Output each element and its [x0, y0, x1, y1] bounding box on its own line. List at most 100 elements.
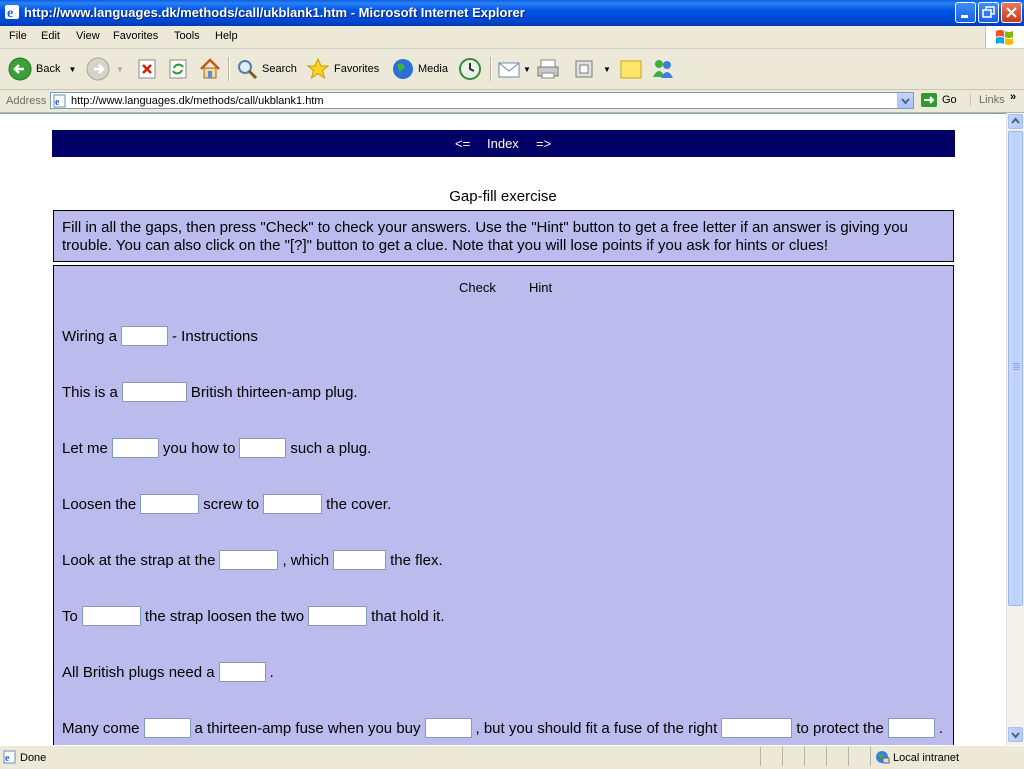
minimize-button[interactable]: [955, 2, 976, 23]
edit-dropdown-icon[interactable]: ▼: [603, 65, 611, 74]
scroll-up-button[interactable]: [1008, 114, 1023, 129]
menu-tools[interactable]: Tools: [174, 30, 200, 42]
title-bar[interactable]: e http://www.languages.dk/methods/call/u…: [0, 0, 1024, 26]
gap-input[interactable]: [263, 494, 323, 514]
forward-button[interactable]: ▼: [86, 55, 124, 83]
print-icon: [537, 59, 559, 79]
menu-help[interactable]: Help: [215, 30, 238, 42]
index-link[interactable]: Index: [487, 136, 519, 151]
scroll-down-icon: [1011, 732, 1020, 739]
go-button[interactable]: Go: [920, 92, 957, 108]
scroll-down-button[interactable]: [1008, 727, 1023, 742]
address-input[interactable]: e http://www.languages.dk/methods/call/u…: [50, 92, 914, 109]
page-viewport: <= Index => Gap-fill exercise Fill in al…: [0, 113, 1006, 745]
address-bar: Address e http://www.languages.dk/method…: [0, 90, 1024, 113]
restore-button[interactable]: [978, 2, 999, 23]
links-label[interactable]: Links: [970, 94, 1005, 106]
next-link[interactable]: =>: [536, 136, 551, 151]
gap-input[interactable]: [111, 438, 159, 458]
gap-input[interactable]: [721, 718, 793, 738]
page-navbar: <= Index =>: [52, 130, 955, 157]
gap-input[interactable]: [424, 718, 472, 738]
svg-text:e: e: [7, 6, 13, 20]
close-button[interactable]: [1001, 2, 1022, 23]
exercise-title: Gap-fill exercise: [449, 188, 557, 205]
exercise-box: Check Hint Wiring a - Instructions This …: [53, 265, 954, 745]
check-button[interactable]: Check: [459, 280, 496, 295]
minimize-icon: [961, 15, 968, 18]
address-dropdown-icon[interactable]: [897, 93, 913, 108]
page-done-icon: e: [3, 750, 16, 764]
vertical-scrollbar[interactable]: [1006, 113, 1024, 745]
menu-file[interactable]: File: [9, 30, 27, 42]
forward-arrow-icon: [86, 57, 110, 81]
messenger-button[interactable]: [650, 55, 676, 83]
media-button[interactable]: Media: [391, 55, 448, 83]
favorites-label: Favorites: [334, 63, 380, 75]
back-dropdown-icon[interactable]: ▼: [68, 65, 76, 74]
gap-input[interactable]: [143, 718, 191, 738]
gap-input[interactable]: [333, 550, 387, 570]
mail-dropdown-icon[interactable]: ▼: [523, 65, 531, 74]
page-icon: e: [53, 94, 66, 108]
history-button[interactable]: [458, 55, 482, 83]
mail-icon: [498, 62, 520, 78]
gap-input[interactable]: [308, 606, 368, 626]
menu-favorites[interactable]: Favorites: [113, 30, 158, 42]
scroll-up-icon: [1011, 117, 1020, 124]
exercise-line-2: This is a British thirteen-amp plug.: [62, 382, 358, 402]
svg-text:e: e: [5, 753, 10, 764]
edit-page-icon: [575, 60, 593, 78]
stop-button[interactable]: [136, 55, 158, 83]
gap-input[interactable]: [887, 718, 935, 738]
address-url: http://www.languages.dk/methods/call/ukb…: [71, 95, 324, 107]
refresh-button[interactable]: [167, 55, 189, 83]
menu-bar: File Edit View Favorites Tools Help: [0, 26, 1024, 49]
status-bar: e Done Local intranet: [0, 745, 1024, 769]
home-button[interactable]: [198, 55, 222, 83]
history-icon: [459, 58, 481, 80]
prev-link[interactable]: <=: [455, 136, 470, 151]
back-button[interactable]: Back ▼: [8, 55, 76, 83]
search-icon: [238, 60, 258, 80]
ie-icon: e: [5, 5, 19, 20]
favorites-button[interactable]: Favorites: [306, 55, 379, 83]
mail-button[interactable]: ▼: [497, 55, 531, 83]
svg-text:e: e: [55, 97, 60, 108]
back-label: Back: [36, 63, 61, 75]
menu-view[interactable]: View: [76, 30, 100, 42]
discuss-button[interactable]: [619, 55, 643, 83]
gap-input[interactable]: [219, 550, 279, 570]
exercise-line-3: Let me you how to such a plug.: [62, 438, 372, 458]
gap-input[interactable]: [140, 494, 200, 514]
toolbar: Back ▼ ▼ Search Favorites Media ▼ ▼: [0, 49, 1024, 90]
print-button[interactable]: [536, 55, 560, 83]
gap-input[interactable]: [239, 438, 287, 458]
gap-input[interactable]: [121, 382, 187, 402]
exercise-line-5: Look at the strap at the , which the fle…: [62, 550, 443, 570]
edit-button[interactable]: ▼: [573, 55, 611, 83]
media-label: Media: [418, 63, 448, 75]
windows-logo-icon: [985, 26, 1024, 48]
hint-button[interactable]: Hint: [529, 280, 552, 295]
gap-input[interactable]: [81, 606, 141, 626]
go-arrow-icon: [921, 93, 937, 107]
instructions-box: Fill in all the gaps, then press "Check"…: [53, 210, 954, 262]
window-title: http://www.languages.dk/methods/call/ukb…: [24, 5, 525, 20]
exercise-line-8: Many come a thirteen-amp fuse when you b…: [62, 718, 944, 738]
security-zone: Local intranet: [870, 747, 1021, 766]
gap-input[interactable]: [121, 326, 169, 346]
search-button[interactable]: Search: [235, 55, 297, 83]
gap-input[interactable]: [218, 662, 266, 682]
search-label: Search: [262, 63, 297, 75]
messenger-icon: [653, 60, 673, 78]
note-icon: [620, 60, 642, 79]
stop-icon: [138, 59, 156, 79]
back-arrow-icon: [8, 57, 32, 81]
scroll-thumb[interactable]: [1008, 131, 1023, 606]
status-text: Done: [20, 752, 47, 764]
intranet-globe-icon: [876, 751, 890, 764]
menu-edit[interactable]: Edit: [41, 30, 60, 42]
restore-icon: [982, 6, 995, 18]
links-chevron-icon[interactable]: »: [1010, 91, 1016, 103]
